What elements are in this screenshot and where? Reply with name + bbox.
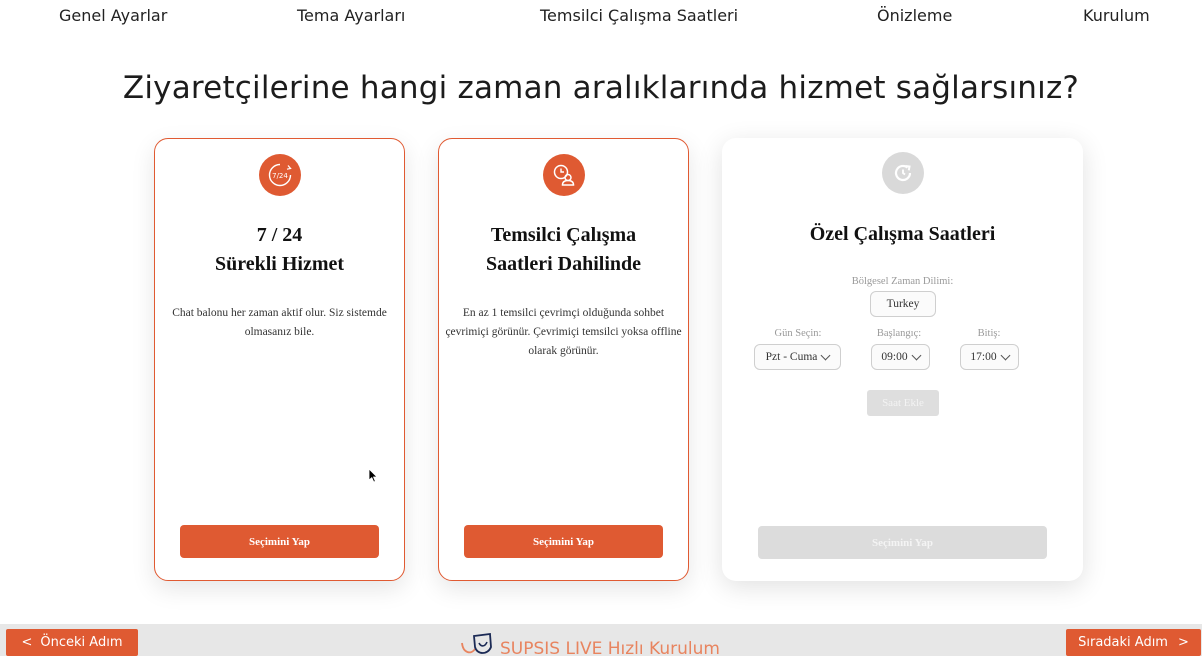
card-title-line1: 7 / 24 [256,224,303,246]
step-kurulum[interactable]: Kurulum [1083,6,1150,25]
brand-title: SUPSIS LIVE Hızlı Kurulum [500,639,720,656]
start-time-select[interactable]: 09:00 [871,344,930,370]
step-tema-ayarlari[interactable]: Tema Ayarları [297,6,405,25]
select-247-button[interactable]: Seçimini Yap [180,525,379,558]
previous-step-button[interactable]: < Önceki Adım [6,629,138,656]
timezone-label: Bölgesel Zaman Dilimi: [851,276,954,287]
step-temsilci-calisma-saatleri[interactable]: Temsilci Çalışma Saatleri [540,6,738,25]
page-title: Ziyaretçilerine hangi zaman aralıklarınd… [122,70,1080,106]
next-step-label: Sıradaki Adım [1078,635,1168,650]
step-genel-ayarlar[interactable]: Genel Ayarlar [59,6,167,25]
supsis-logo-icon [461,633,492,654]
end-time-select[interactable]: 17:00 [960,344,1019,370]
add-hours-button[interactable]: Saat Ekle [867,390,939,416]
card-description-line2: olmasanız bile. [244,326,315,338]
chevron-down-icon [820,350,831,360]
card-title-line2: Saatleri Dahilinde [485,253,641,275]
next-step-button[interactable]: Sıradaki Adım > [1066,629,1201,656]
day-label: Gün Seçin: [774,328,822,339]
end-time-value: 17:00 [970,351,997,363]
day-select-value: Pzt - Cuma [765,351,818,363]
timezone-select[interactable]: Turkey [870,291,936,317]
card-description-line1: En az 1 temsilci çevrimçi olduğunda sohb… [462,307,665,319]
brand-logo: SUPSIS LIVE Hızlı Kurulum [460,633,720,656]
mouse-cursor-icon [368,468,378,483]
previous-step-label: Önceki Adım [40,635,123,650]
select-custom-hours-button[interactable]: Seçimini Yap [758,526,1047,559]
chevron-left-icon: < [21,635,33,650]
clock-24-icon: 7/24 [258,154,301,196]
clock-24-icon-label: 7/24 [272,172,288,180]
chevron-down-icon [911,350,922,360]
start-label: Başlangıç: [876,328,922,339]
start-time-value: 09:00 [881,351,908,363]
option-card-agent-hours: Temsilci Çalışma Saatleri Dahilinde En a… [438,138,689,581]
card-title-line1: Temsilci Çalışma [490,224,637,246]
card-title-line2: Sürekli Hizmet [214,253,345,275]
chevron-right-icon: > [1177,635,1189,650]
card-title: Özel Çalışma Saatleri [809,223,996,245]
option-card-247: 7/24 7 / 24 Sürekli Hizmet Chat balonu h… [154,138,405,581]
day-select[interactable]: Pzt - Cuma [754,344,841,370]
end-label: Bitiş: [977,328,1001,339]
custom-hours-icon [881,152,924,194]
setup-steps: Genel Ayarlar Tema Ayarları Temsilci Çal… [0,0,1202,34]
agent-clock-icon [542,154,585,196]
chevron-down-icon [1000,350,1011,360]
option-card-custom-hours: Özel Çalışma Saatleri Bölgesel Zaman Dil… [722,138,1083,581]
card-description-line1: Chat balonu her zaman aktif olur. Siz si… [172,307,387,319]
select-agent-hours-button[interactable]: Seçimini Yap [464,525,663,558]
card-description-line3: olarak görünür. [528,345,599,357]
card-description-line2: çevrimiçi görünür. Çevrimiçi temsilci yo… [445,326,682,338]
step-onizleme[interactable]: Önizleme [877,6,952,25]
